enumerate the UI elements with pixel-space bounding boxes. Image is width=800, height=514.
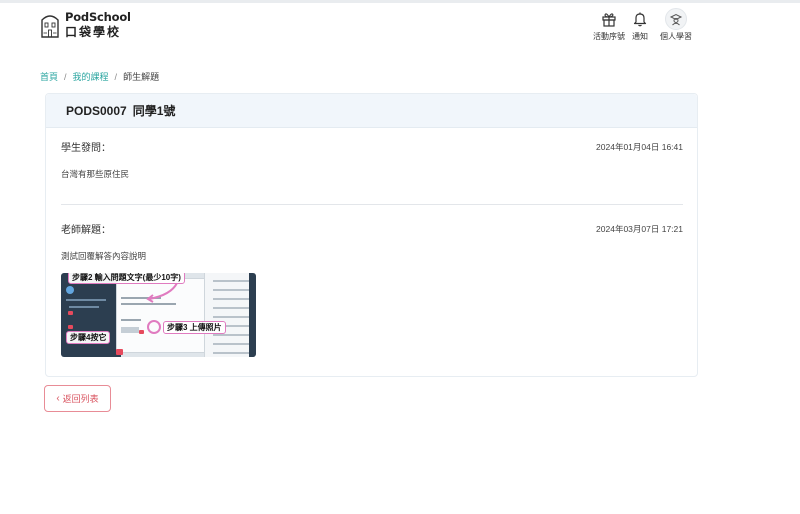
nav-activity-code-label: 活動序號 xyxy=(593,32,625,41)
student-name: 同學1號 xyxy=(132,104,176,118)
question-title: PODS0007 同學1號 xyxy=(66,102,175,119)
annotation-step2: 步驟2 輸入問題文字(最少10字) xyxy=(68,273,185,285)
annotation-step3: 步驟3 上傳照片 xyxy=(163,321,226,335)
answer-attachment-thumbnail[interactable]: 步驟2 輸入問題文字(最少10字) 步驟3 上傳照片 步驟4按它 xyxy=(61,273,256,357)
back-to-list-button[interactable]: ‹ 返回列表 xyxy=(44,385,111,412)
nav-personal-learning-label: 個人學習 xyxy=(660,32,692,41)
user-avatar-icon xyxy=(665,8,687,30)
breadcrumb-home[interactable]: 首頁 xyxy=(40,70,58,83)
nav-activity-code[interactable]: 活動序號 xyxy=(593,11,625,42)
student-question-section: 學生發問： 2024年01月04日 16:41 台灣有那些原住民 xyxy=(61,139,683,180)
site-header: PodSchool 口袋學校 活動序號 通知 個人學習 xyxy=(0,3,800,47)
breadcrumb-separator: / xyxy=(114,71,118,82)
gift-icon xyxy=(602,13,616,27)
annotation-circle-icon xyxy=(147,320,161,334)
breadcrumb-my-courses[interactable]: 我的課程 xyxy=(73,70,109,83)
breadcrumb-current: 師生解題 xyxy=(123,72,160,82)
question-card: PODS0007 同學1號 學生發問： 2024年01月04日 16:41 台灣有… xyxy=(45,93,698,377)
back-to-list-label: 返回列表 xyxy=(62,394,99,404)
nav-notifications[interactable]: 通知 xyxy=(632,11,648,42)
brand-name-zh: 口袋學校 xyxy=(65,24,122,39)
school-building-icon xyxy=(41,15,59,38)
student-question-time: 2024年01月04日 16:41 xyxy=(596,141,683,152)
brand-logo[interactable]: PodSchool 口袋學校 xyxy=(40,10,131,40)
teacher-answer-text: 測試回覆解答內容說明 xyxy=(61,251,147,261)
student-question-text: 台灣有那些原住民 xyxy=(61,169,130,179)
annotation-step4: 步驟4按它 xyxy=(66,331,111,345)
bell-icon xyxy=(633,12,647,27)
nav-personal-learning[interactable]: 個人學習 xyxy=(660,8,692,42)
student-question-label: 學生發問： xyxy=(61,143,111,154)
teacher-answer-time: 2024年03月07日 17:21 xyxy=(596,223,683,234)
breadcrumb-separator: / xyxy=(64,71,67,82)
annotation-arrow-icon xyxy=(146,282,178,303)
teacher-answer-label: 老師解題： xyxy=(61,225,111,236)
nav-notifications-label: 通知 xyxy=(632,32,648,41)
question-card-header: PODS0007 同學1號 xyxy=(46,94,697,128)
chevron-left-icon: ‹ xyxy=(56,392,60,404)
brand-name-en: PodSchool xyxy=(65,10,131,25)
teacher-answer-section: 老師解題： 2024年03月07日 17:21 測試回覆解答內容說明 xyxy=(61,221,683,262)
section-divider xyxy=(61,204,683,205)
breadcrumb: 首頁 / 我的課程 / 師生解題 xyxy=(40,70,159,83)
question-id: PODS0007 xyxy=(66,104,127,118)
